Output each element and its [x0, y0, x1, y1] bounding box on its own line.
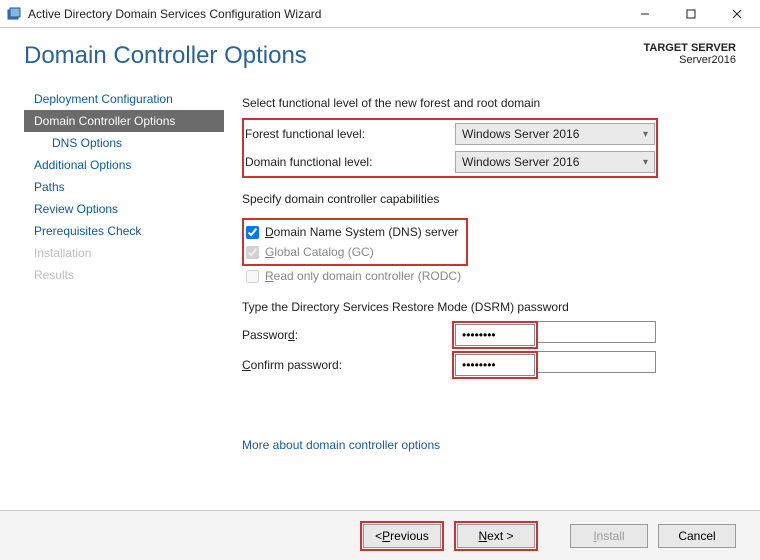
window-title: Active Directory Domain Services Configu…	[28, 7, 622, 21]
domain-level-value: Windows Server 2016	[462, 155, 579, 169]
forest-level-value: Windows Server 2016	[462, 127, 579, 141]
target-server-value: Server2016	[644, 54, 737, 66]
next-button[interactable]: Next >	[457, 524, 535, 548]
target-server-label: TARGET SERVER	[644, 42, 737, 54]
previous-button[interactable]: < Previous	[363, 524, 441, 548]
checkbox-rodc-row: Read only domain controller (RODC)	[242, 266, 736, 286]
domain-level-label: Domain functional level:	[245, 155, 455, 169]
sidebar-nav: Deployment Configuration Domain Controll…	[24, 86, 224, 460]
more-about-link[interactable]: More about domain controller options	[242, 438, 736, 452]
nav-deployment-configuration[interactable]: Deployment Configuration	[24, 88, 224, 110]
forest-level-dropdown[interactable]: Windows Server 2016 ▾	[455, 123, 655, 145]
main-content: Select functional level of the new fores…	[224, 86, 760, 460]
nav-review-options[interactable]: Review Options	[24, 198, 224, 220]
password-input-ext[interactable]	[538, 321, 656, 343]
install-button: Install	[570, 524, 648, 548]
nav-prerequisites-check[interactable]: Prerequisites Check	[24, 220, 224, 242]
nav-additional-options[interactable]: Additional Options	[24, 154, 224, 176]
password-input[interactable]	[455, 324, 535, 346]
capabilities-group: Domain Name System (DNS) server Global C…	[242, 218, 468, 266]
forest-level-label: Forest functional level:	[245, 127, 455, 141]
nav-paths[interactable]: Paths	[24, 176, 224, 198]
nav-dns-options[interactable]: DNS Options	[24, 132, 224, 154]
dsrm-text: Type the Directory Services Restore Mode…	[242, 300, 736, 314]
checkbox-rodc	[246, 270, 259, 283]
checkbox-gc-row: Global Catalog (GC)	[246, 242, 458, 262]
minimize-button[interactable]	[622, 0, 668, 28]
nav-results: Results	[24, 264, 224, 286]
nav-installation: Installation	[24, 242, 224, 264]
cancel-button[interactable]: Cancel	[658, 524, 736, 548]
confirm-password-input[interactable]	[455, 354, 535, 376]
titlebar: Active Directory Domain Services Configu…	[0, 0, 760, 28]
app-icon	[6, 6, 22, 22]
page-title: Domain Controller Options	[24, 42, 307, 70]
wizard-footer: < Previous Next > Install Cancel	[0, 510, 760, 560]
confirm-password-input-ext[interactable]	[538, 351, 656, 373]
checkbox-dns-row[interactable]: Domain Name System (DNS) server	[246, 222, 458, 242]
confirm-password-label: Confirm password:	[242, 358, 452, 372]
chevron-down-icon: ▾	[643, 129, 648, 140]
chevron-down-icon: ▾	[643, 157, 648, 168]
checkbox-dns[interactable]	[246, 226, 259, 239]
capabilities-text: Specify domain controller capabilities	[242, 192, 736, 206]
close-button[interactable]	[714, 0, 760, 28]
maximize-button[interactable]	[668, 0, 714, 28]
functional-level-text: Select functional level of the new fores…	[242, 96, 736, 110]
page-header: Domain Controller Options TARGET SERVER …	[0, 28, 760, 86]
domain-level-dropdown[interactable]: Windows Server 2016 ▾	[455, 151, 655, 173]
password-label: Password:	[242, 328, 452, 342]
checkbox-gc	[246, 246, 259, 259]
nav-domain-controller-options[interactable]: Domain Controller Options	[24, 110, 224, 132]
target-server: TARGET SERVER Server2016	[644, 42, 737, 66]
